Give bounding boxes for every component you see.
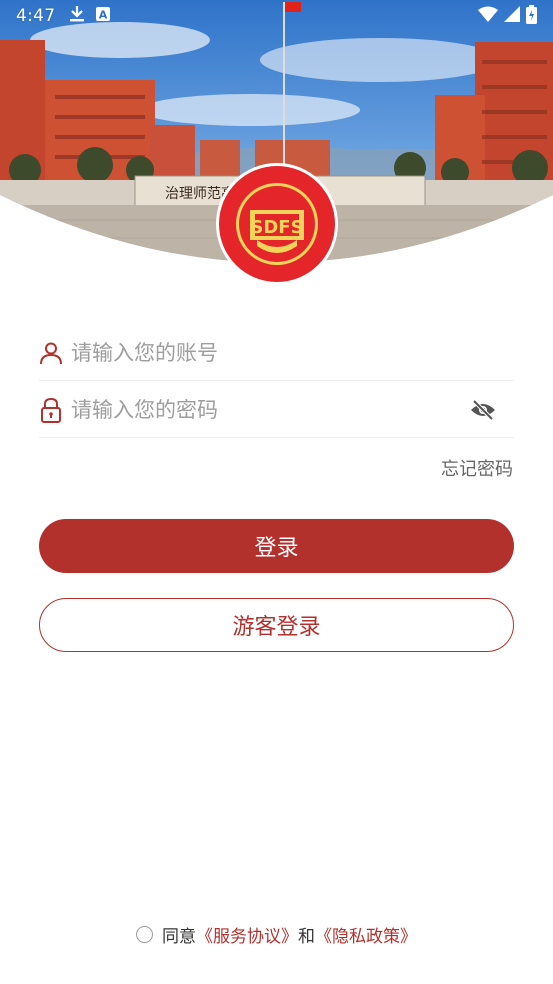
user-icon [39, 341, 63, 365]
wifi-icon [478, 6, 498, 26]
agreement-prefix: 同意 [162, 927, 196, 947]
service-agreement-link[interactable]: 《服务协议》 [196, 922, 298, 947]
login-button[interactable]: 登录 [39, 519, 514, 573]
svg-text:SDFS: SDFS [250, 217, 303, 238]
account-input[interactable] [71, 325, 514, 380]
account-field[interactable] [39, 325, 514, 381]
accessibility-a-icon: A [95, 6, 111, 26]
status-time: 4:47 [16, 6, 56, 26]
battery-icon [526, 4, 537, 28]
status-bar: 4:47 A [0, 0, 553, 32]
signal-icon [504, 6, 520, 26]
guest-login-button[interactable]: 游客登录 [39, 598, 514, 652]
school-logo: SDFS [215, 162, 339, 286]
svg-text:A: A [99, 9, 108, 22]
forgot-password-link[interactable]: 忘记密码 [441, 455, 513, 481]
download-icon [69, 5, 85, 27]
agreement-and: 和 [298, 927, 315, 947]
privacy-policy-link[interactable]: 《隐私政策》 [315, 922, 417, 947]
password-field[interactable] [39, 382, 514, 438]
password-input[interactable] [71, 382, 468, 437]
agree-radio[interactable] [136, 926, 153, 943]
agreement-row: 同意 《服务协议》 和 《隐私政策》 [0, 922, 553, 947]
lock-icon [39, 397, 63, 423]
eye-off-icon[interactable] [468, 395, 498, 425]
